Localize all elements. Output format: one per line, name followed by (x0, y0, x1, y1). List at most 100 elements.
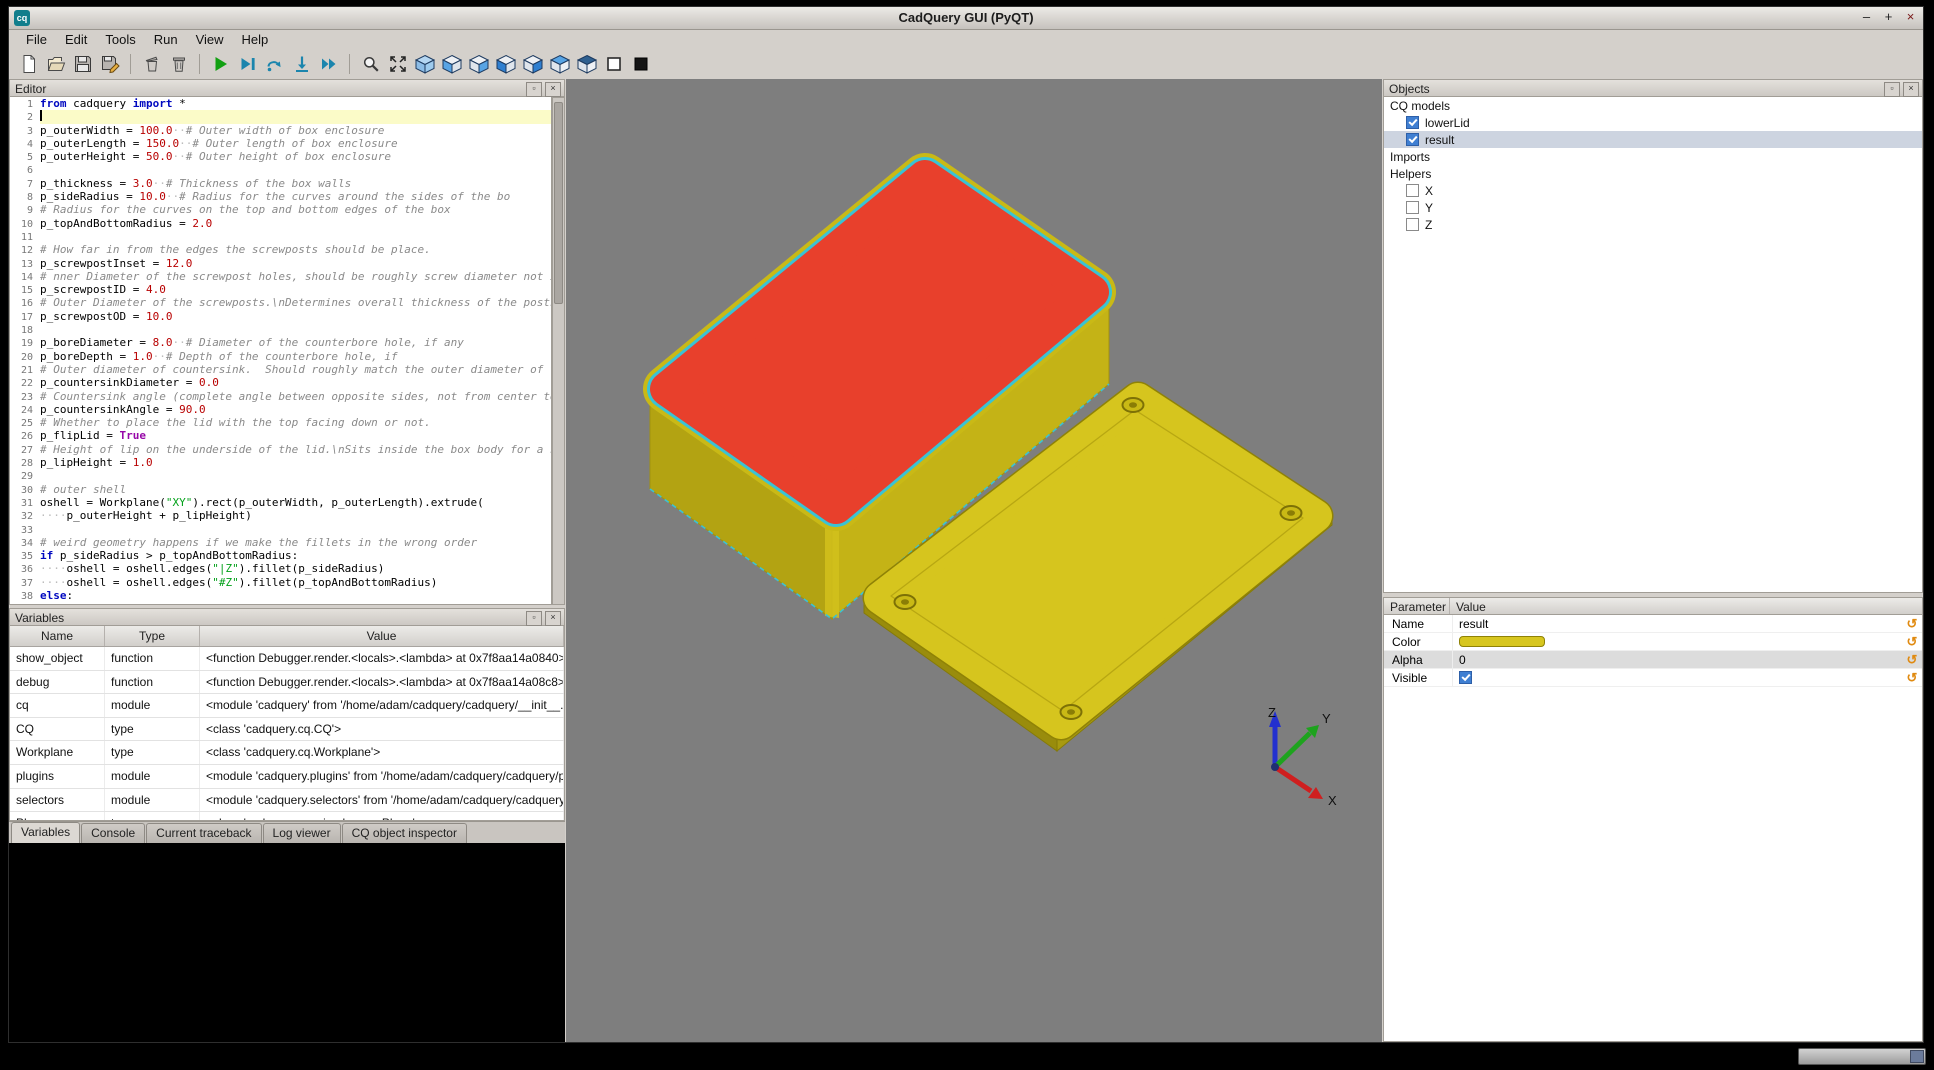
code-line[interactable]: 37····oshell = oshell.edges("#Z").fillet… (10, 576, 551, 589)
maximize-button[interactable]: + (1881, 9, 1896, 25)
view-bottom-button[interactable] (573, 51, 600, 77)
variable-row[interactable]: show_objectfunction<function Debugger.re… (10, 647, 564, 671)
close-icon[interactable]: × (545, 82, 561, 97)
editor-code[interactable]: 1from cadquery import *23p_outerWidth = … (9, 97, 552, 605)
code-line[interactable]: 24p_countersinkAngle = 90.0 (10, 403, 551, 416)
code-line[interactable]: 26p_flipLid = True (10, 429, 551, 442)
code-line[interactable]: 16# Outer Diameter of the screwposts.\nD… (10, 296, 551, 309)
step-into-button[interactable] (288, 51, 315, 77)
save-as-button[interactable] (96, 51, 123, 77)
code-line[interactable]: 2 (10, 110, 551, 123)
view-right-button[interactable] (519, 51, 546, 77)
fit-all-button[interactable] (384, 51, 411, 77)
tree-item-x[interactable]: X (1384, 182, 1922, 199)
debug-button[interactable] (234, 51, 261, 77)
titlebar[interactable]: cq CadQuery GUI (PyQT) – + × (9, 7, 1923, 30)
new-file-button[interactable] (15, 51, 42, 77)
tree-item-lowerlid[interactable]: lowerLid (1384, 114, 1922, 131)
code-line[interactable]: 33 (10, 523, 551, 536)
tree-item-z[interactable]: Z (1384, 216, 1922, 233)
code-line[interactable]: 39····oshell = oshell.edges("#Z").fillet… (10, 602, 551, 605)
view-top-button[interactable] (546, 51, 573, 77)
code-line[interactable]: 30# outer shell (10, 483, 551, 496)
code-line[interactable]: 1from cadquery import * (10, 97, 551, 110)
desktop-status-widget[interactable] (1798, 1048, 1926, 1065)
code-line[interactable]: 27# Height of lip on the underside of th… (10, 443, 551, 456)
editor-scrollbar[interactable] (552, 97, 565, 605)
viewport-canvas[interactable]: Z Y X (566, 79, 1382, 1042)
param-row-alpha[interactable]: Alpha0↺ (1384, 651, 1922, 669)
menu-view[interactable]: View (187, 31, 233, 48)
zoom-to-fit-button[interactable] (357, 51, 384, 77)
code-line[interactable]: 32····p_outerHeight + p_lipHeight) (10, 509, 551, 522)
code-line[interactable]: 18 (10, 323, 551, 336)
shaded-button[interactable] (627, 51, 654, 77)
code-line[interactable]: 11 (10, 230, 551, 243)
code-line[interactable]: 9# Radius for the curves on the top and … (10, 203, 551, 216)
checkbox[interactable] (1406, 218, 1419, 231)
close-button[interactable]: × (1903, 9, 1918, 25)
float-icon[interactable]: ▫ (526, 82, 542, 97)
code-line[interactable]: 21# Outer diameter of countersink. Shoul… (10, 363, 551, 376)
checkbox[interactable] (1406, 116, 1419, 129)
param-row-name[interactable]: Nameresult↺ (1384, 615, 1922, 633)
code-line[interactable]: 23# Countersink angle (complete angle be… (10, 390, 551, 403)
checkbox[interactable] (1406, 133, 1419, 146)
reset-icon[interactable]: ↺ (1902, 652, 1922, 668)
menu-help[interactable]: Help (233, 31, 278, 48)
code-line[interactable]: 31oshell = Workplane("XY").rect(p_outerW… (10, 496, 551, 509)
view-front-button[interactable] (438, 51, 465, 77)
checkbox[interactable] (1406, 201, 1419, 214)
menu-run[interactable]: Run (145, 31, 187, 48)
column-header[interactable]: Type (105, 626, 200, 646)
scrollbar-thumb[interactable] (554, 102, 563, 304)
tab-console[interactable]: Console (81, 823, 145, 843)
close-icon[interactable]: × (545, 611, 561, 626)
save-button[interactable] (69, 51, 96, 77)
step-over-button[interactable] (261, 51, 288, 77)
float-icon[interactable]: ▫ (1884, 82, 1900, 97)
view-left-button[interactable] (492, 51, 519, 77)
code-line[interactable]: 15p_screwpostID = 4.0 (10, 283, 551, 296)
delete-button[interactable] (165, 51, 192, 77)
visible-checkbox[interactable] (1459, 671, 1472, 684)
code-line[interactable]: 29 (10, 469, 551, 482)
code-line[interactable]: 8p_sideRadius = 10.0··# Radius for the c… (10, 190, 551, 203)
variable-row[interactable]: CQtype<class 'cadquery.cq.CQ'> (10, 718, 564, 742)
menu-file[interactable]: File (17, 31, 56, 48)
render-button[interactable] (207, 51, 234, 77)
color-swatch[interactable] (1459, 636, 1545, 647)
code-line[interactable]: 12# How far in from the edges the screwp… (10, 243, 551, 256)
param-row-color[interactable]: Color↺ (1384, 633, 1922, 651)
viewport-3d[interactable]: Z Y X (566, 79, 1382, 1042)
variable-row[interactable]: Workplanetype<class 'cadquery.cq.Workpla… (10, 741, 564, 765)
code-line[interactable]: 6 (10, 163, 551, 176)
minimize-button[interactable]: – (1859, 9, 1874, 25)
code-line[interactable]: 35if p_sideRadius > p_topAndBottomRadius… (10, 549, 551, 562)
wireframe-button[interactable] (600, 51, 627, 77)
view-iso-button[interactable] (411, 51, 438, 77)
view-back-button[interactable] (465, 51, 492, 77)
code-line[interactable]: 36····oshell = oshell.edges("|Z").fillet… (10, 562, 551, 575)
code-line[interactable]: 19p_boreDiameter = 8.0··# Diameter of th… (10, 336, 551, 349)
continue-button[interactable] (315, 51, 342, 77)
param-row-visible[interactable]: Visible↺ (1384, 669, 1922, 687)
open-file-button[interactable] (42, 51, 69, 77)
menu-tools[interactable]: Tools (96, 31, 144, 48)
code-line[interactable]: 17p_screwpostOD = 10.0 (10, 310, 551, 323)
code-line[interactable]: 4p_outerLength = 150.0··# Outer length o… (10, 137, 551, 150)
code-line[interactable]: 20p_boreDepth = 1.0··# Depth of the coun… (10, 350, 551, 363)
reset-icon[interactable]: ↺ (1902, 670, 1922, 686)
reset-icon[interactable]: ↺ (1902, 616, 1922, 632)
tab-current-traceback[interactable]: Current traceback (146, 823, 261, 843)
code-line[interactable]: 10p_topAndBottomRadius = 2.0 (10, 217, 551, 230)
menu-edit[interactable]: Edit (56, 31, 96, 48)
code-line[interactable]: 5p_outerHeight = 50.0··# Outer height of… (10, 150, 551, 163)
reset-icon[interactable]: ↺ (1902, 634, 1922, 650)
variable-row[interactable]: Planetype<class 'cadquery.occ_impl.geom.… (10, 812, 564, 821)
tab-variables[interactable]: Variables (11, 822, 80, 843)
code-line[interactable]: 7p_thickness = 3.0··# Thickness of the b… (10, 177, 551, 190)
float-icon[interactable]: ▫ (526, 611, 542, 626)
variable-row[interactable]: pluginsmodule<module 'cadquery.plugins' … (10, 765, 564, 789)
code-line[interactable]: 13p_screwpostInset = 12.0 (10, 257, 551, 270)
